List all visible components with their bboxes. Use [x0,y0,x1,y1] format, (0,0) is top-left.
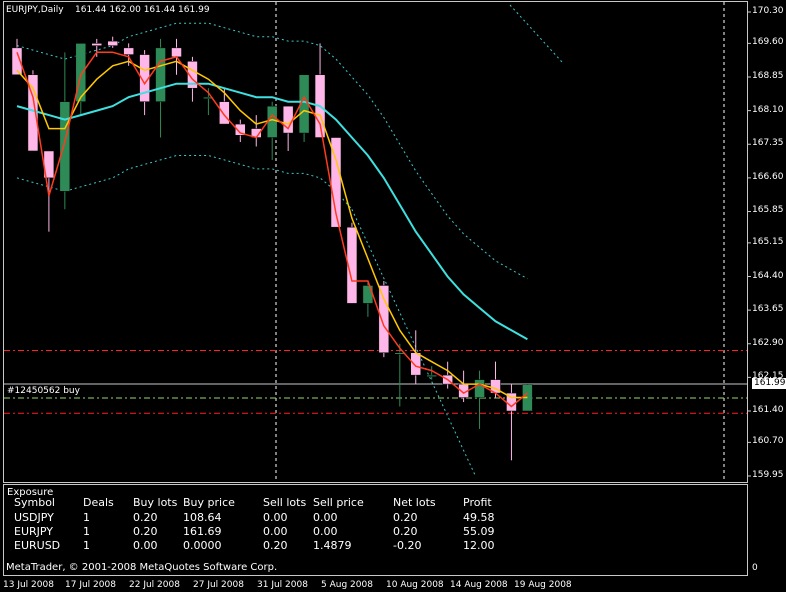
exposure-cell: 1.4879 [313,539,352,552]
exposure-cell: 55.09 [463,525,495,538]
candle-body [59,101,71,192]
exposure-cell: 0.00 [133,539,158,552]
exposure-cell: 0.00 [263,511,288,524]
exposure-cell: USDJPY [14,511,54,524]
upper-band-line-tail [509,4,563,63]
exposure-column-header: Buy price [183,496,235,509]
exposure-column-header: Sell price [313,496,364,509]
price-tick-label: 170.30 [752,6,784,16]
candle-body [155,47,166,102]
candle-body [474,379,485,398]
price-tick-label: 169.60 [752,37,784,48]
time-tick-label: 10 Aug 2008 [386,580,444,590]
exposure-cell: 0.0000 [183,539,222,552]
price-tick-label: 161.40 [752,404,784,415]
time-tick-label: 13 Jul 2008 [3,580,54,590]
ohlc-readout: 161.44 162.00 161.44 161.99 [75,5,210,15]
exposure-cell: 0.00 [263,525,288,538]
candle-body [410,352,421,376]
price-tick-label: 168.10 [752,104,784,115]
exposure-cell: 0.20 [133,525,158,538]
exposure-cell: -0.20 [393,539,422,552]
price-tick-label: 165.15 [752,236,784,247]
copyright-footer: MetaTrader, © 2001-2008 MetaQuotes Softw… [6,562,278,573]
price-tick-label: 159.95 [752,470,784,480]
candle-body [123,47,134,55]
exposure-column-header: Buy lots [133,496,178,509]
exposure-column-header: Net lots [393,496,436,509]
exposure-column-header: Symbol [14,496,55,509]
price-tick-label: 164.40 [752,270,784,281]
exposure-cell: 12.00 [463,539,495,552]
exposure-cell: 1 [83,511,90,524]
price-tick-label: 160.70 [752,436,784,447]
exposure-cell: 1 [83,525,90,538]
exposure-cell: EURUSD [14,539,61,552]
exposure-cell: 0.20 [133,511,158,524]
time-tick-label: 19 Aug 2008 [514,580,572,590]
time-tick-label: 17 Jul 2008 [65,580,116,590]
exposure-cell: 0.00 [313,511,338,524]
order-line-label: #12450562 buy [7,386,80,396]
lower-band-line-tail [351,209,476,476]
current-price-label: 161.99 [752,378,786,389]
time-tick-label: 31 Jul 2008 [257,580,308,590]
chart-window: EURJPY,Daily 161.44 162.00 161.44 161.99… [0,0,786,592]
time-tick-label: 14 Aug 2008 [450,580,508,590]
symbol-period-label: EURJPY,Daily [6,5,64,15]
price-tick-label: 168.85 [752,71,784,81]
exposure-cell: 161.69 [183,525,222,538]
price-tick-label: 165.85 [752,205,784,216]
exposure-cell: 0.00 [313,525,338,538]
candle-body [171,47,182,58]
exposure-column-header: Sell lots [263,496,307,509]
indicator-scale-zero: 0 [752,563,758,573]
price-tick-label: 167.35 [752,138,784,149]
candle-body [362,285,374,304]
exposure-cell: 108.64 [183,511,222,524]
exposure-cell: 49.58 [463,511,495,524]
candle-body [378,285,390,353]
price-tick-label: 162.90 [752,337,784,348]
time-tick-label: 5 Aug 2008 [321,580,373,590]
exposure-cell: 0.20 [393,525,418,538]
candle-body [426,374,437,377]
candle-body [266,105,278,138]
price-tick-label: 166.60 [752,171,784,182]
exposure-column-header: Deals [83,496,114,509]
candle-body [219,101,230,125]
exposure-cell: 0.20 [263,539,288,552]
exposure-cell: EURJPY [14,525,53,538]
exposure-cell: 0.20 [393,511,418,524]
exposure-column-header: Profit [463,496,492,509]
candle-body [91,43,102,46]
time-tick-label: 27 Jul 2008 [193,580,244,590]
time-tick-label: 22 Jul 2008 [129,580,180,590]
candle-body [107,40,118,46]
exposure-cell: 1 [83,539,90,552]
price-tick-label: 163.65 [752,304,784,315]
